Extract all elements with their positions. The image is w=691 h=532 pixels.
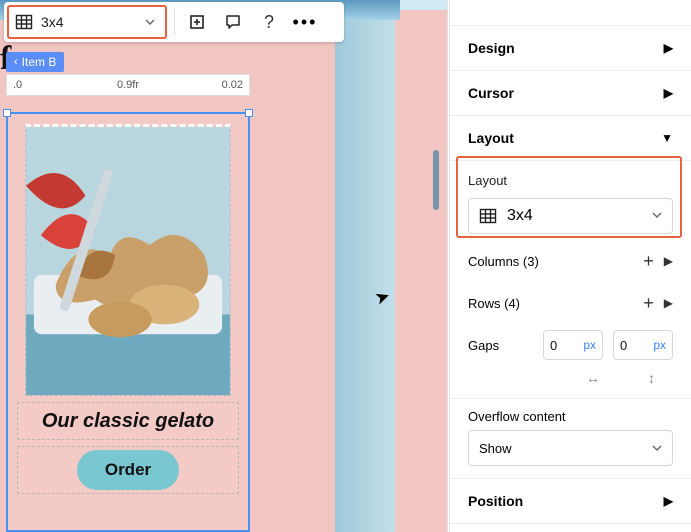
add-row-button[interactable]: + xyxy=(643,294,654,312)
gelato-image xyxy=(26,127,230,395)
gap-vertical-value: 0 xyxy=(620,338,649,353)
layout-section-body: Layout 3x4 xyxy=(450,161,691,240)
crop-button[interactable] xyxy=(179,4,215,40)
ruler-tick-start: .0 xyxy=(13,79,22,91)
layout-size-dropdown[interactable]: 3x4 xyxy=(468,198,673,234)
image-cell[interactable] xyxy=(25,124,231,396)
section-layout-label: Layout xyxy=(468,130,514,146)
resize-handle-ne[interactable] xyxy=(245,109,253,117)
layout-sub-label: Layout xyxy=(468,173,673,188)
grid-icon xyxy=(479,207,497,225)
chevron-left-icon: ‹ xyxy=(14,56,18,68)
rows-row: Rows (4) + ▶ xyxy=(450,282,691,324)
caption-cell[interactable]: Our classic gelato xyxy=(17,402,239,440)
ruler-tick-mid: 0.9fr xyxy=(117,79,139,91)
section-layout[interactable]: Layout ▼ xyxy=(450,116,691,161)
canvas-decor-column xyxy=(335,0,395,532)
overflow-value: Show xyxy=(479,441,512,456)
more-button[interactable]: ••• xyxy=(287,4,323,40)
toolbar-divider xyxy=(174,9,175,35)
overflow-label: Overflow content xyxy=(450,399,691,430)
section-position-label: Position xyxy=(468,493,523,509)
gaps-label: Gaps xyxy=(468,338,533,353)
crop-icon xyxy=(188,13,206,31)
gap-vertical-input[interactable]: 0 px xyxy=(613,330,673,360)
chevron-right-icon: ▶ xyxy=(664,41,673,55)
gap-horizontal-value: 0 xyxy=(550,338,579,353)
column-ruler[interactable]: .0 0.9fr 0.02 xyxy=(6,74,250,96)
chevron-down-icon xyxy=(652,207,662,225)
help-icon: ? xyxy=(260,13,278,31)
columns-row: Columns (3) + ▶ xyxy=(450,240,691,282)
resize-handle-nw[interactable] xyxy=(3,109,11,117)
grid-size-value: 3x4 xyxy=(41,14,64,30)
order-button[interactable]: Order xyxy=(77,450,179,490)
panel-top-spacer xyxy=(450,0,691,26)
floating-toolbar: 3x4 ? ••• xyxy=(4,2,344,42)
breadcrumb-item-tag[interactable]: ‹ Item B xyxy=(6,52,64,72)
item-tag-label: Item B xyxy=(22,55,57,69)
section-cursor-label: Cursor xyxy=(468,85,514,101)
section-design-label: Design xyxy=(468,40,515,56)
chevron-down-icon xyxy=(141,13,159,31)
properties-panel: Design ▶ Cursor ▶ Layout ▼ Layout 3x4 Co… xyxy=(449,0,691,532)
add-column-button[interactable]: + xyxy=(643,252,654,270)
caption-text: Our classic gelato xyxy=(42,410,214,433)
columns-label: Columns (3) xyxy=(468,254,539,269)
section-design[interactable]: Design ▶ xyxy=(450,26,691,71)
gap-direction-row: ↔ ↕ xyxy=(450,366,691,398)
section-cursor[interactable]: Cursor ▶ xyxy=(450,71,691,116)
order-button-label: Order xyxy=(105,460,151,479)
chevron-right-icon: ▶ xyxy=(664,86,673,100)
horizontal-arrow-icon: ↔ xyxy=(586,370,600,386)
grid-size-dropdown[interactable]: 3x4 xyxy=(7,5,167,39)
comment-button[interactable] xyxy=(215,4,251,40)
canvas-scrollbar[interactable] xyxy=(433,150,439,210)
gap-horizontal-input[interactable]: 0 px xyxy=(543,330,603,360)
gap-vertical-unit[interactable]: px xyxy=(653,338,666,352)
overflow-dropdown[interactable]: Show xyxy=(468,430,673,466)
vertical-arrow-icon: ↕ xyxy=(648,370,655,386)
chevron-down-icon: ▼ xyxy=(661,131,673,145)
section-position[interactable]: Position ▶ xyxy=(450,479,691,524)
layout-size-value: 3x4 xyxy=(507,207,533,225)
comment-icon xyxy=(224,13,242,31)
ruler-tick-end: 0.02 xyxy=(222,79,243,91)
more-icon: ••• xyxy=(293,13,318,31)
selected-frame[interactable]: Our classic gelato Order xyxy=(6,112,250,532)
gaps-row: Gaps 0 px 0 px xyxy=(450,324,691,366)
grid-icon xyxy=(15,13,33,31)
columns-expand-button[interactable]: ▶ xyxy=(664,254,673,268)
chevron-down-icon xyxy=(652,441,662,456)
help-button[interactable]: ? xyxy=(251,4,287,40)
chevron-right-icon: ▶ xyxy=(664,494,673,508)
button-cell[interactable]: Order xyxy=(17,446,239,494)
gap-horizontal-unit[interactable]: px xyxy=(583,338,596,352)
rows-label: Rows (4) xyxy=(468,296,520,311)
rows-expand-button[interactable]: ▶ xyxy=(664,296,673,310)
